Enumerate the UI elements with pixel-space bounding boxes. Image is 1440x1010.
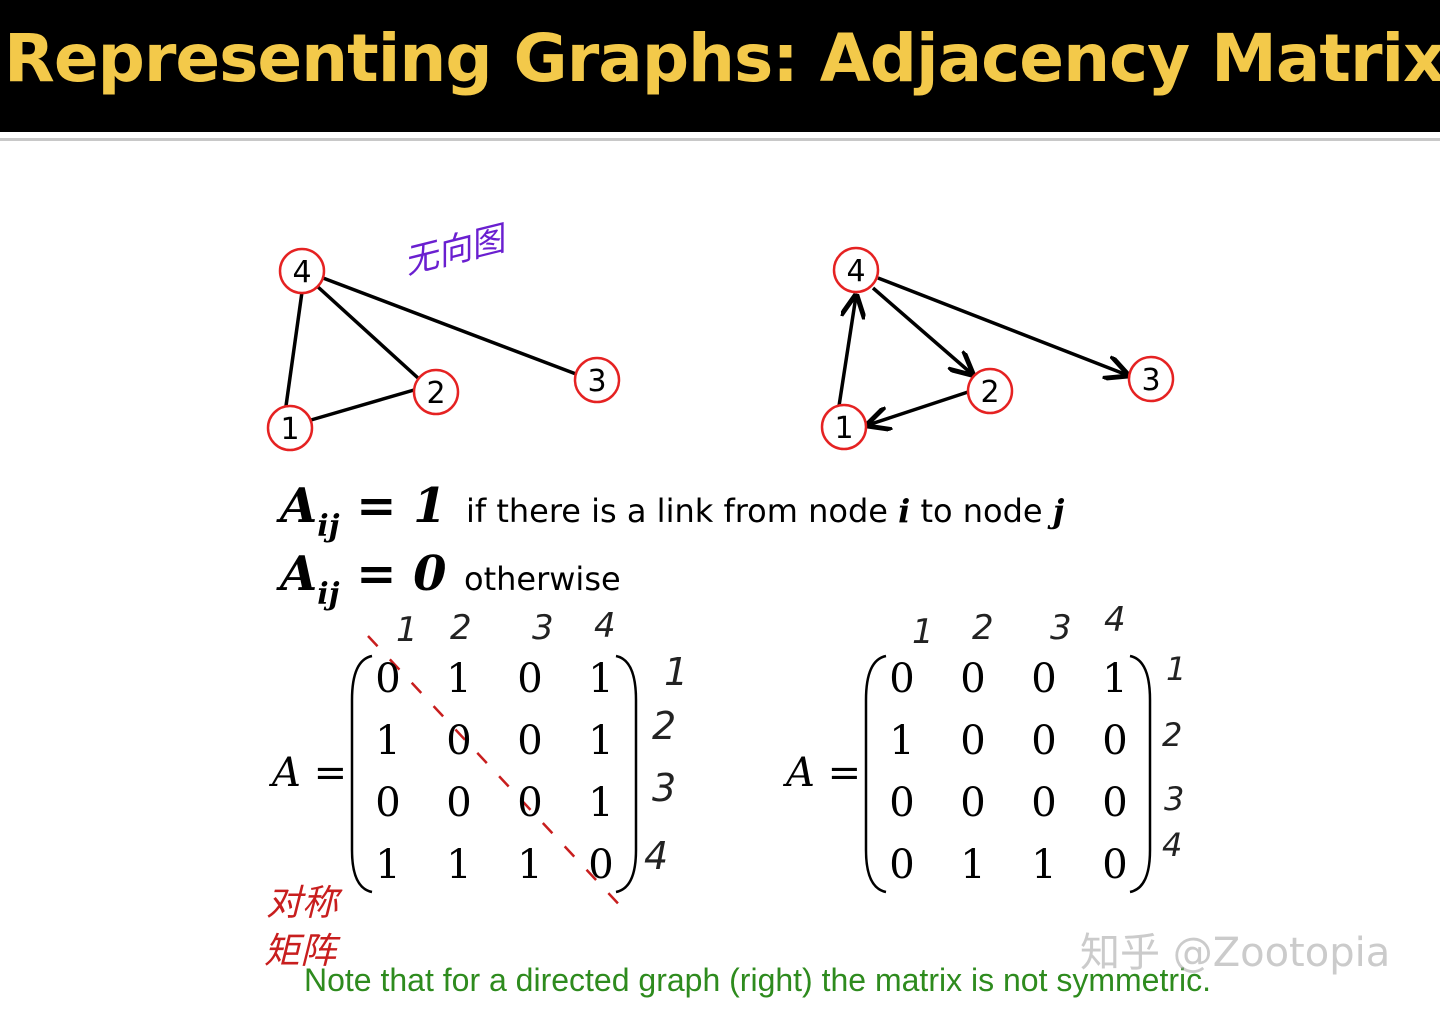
edge-4-2 [316, 285, 420, 380]
matrix-cell: 1 [446, 842, 472, 888]
matrix-cell: 1 [375, 842, 401, 888]
matrix-cell: 0 [889, 780, 915, 826]
svg-text:3: 3 [1141, 363, 1160, 398]
node-3: 3 [573, 356, 621, 404]
index-mark: 2 [972, 608, 994, 648]
matrix-cell: 0 [1031, 718, 1057, 764]
svg-text:3: 3 [587, 364, 606, 399]
matrix-cell: 0 [889, 842, 915, 888]
index-mark: 1 [664, 650, 689, 694]
index-mark: 4 [644, 834, 669, 878]
node-4: 4 [832, 246, 880, 294]
index-mark: 4 [594, 606, 616, 646]
node-2: 2 [966, 367, 1014, 415]
index-mark: 3 [652, 766, 677, 810]
arc-4-2 [871, 286, 972, 374]
arc-1-4 [837, 296, 856, 407]
matrix-cell: 1 [446, 656, 472, 702]
svg-text:4: 4 [846, 254, 865, 289]
matrix-cell: 1 [588, 780, 614, 826]
formula-aij-0: Aij = 0 [280, 546, 447, 612]
matrix-cell: 1 [588, 718, 614, 764]
definition-link-text: if there is a link from node i to node j [466, 492, 1065, 530]
index-mark: 2 [652, 704, 677, 748]
index-mark: 4 [1104, 600, 1126, 640]
matrix-cell: 1 [588, 656, 614, 702]
matrix-cell: 0 [1031, 656, 1057, 702]
matrix-cell: 1 [1031, 842, 1057, 888]
matrix-cell: 1 [375, 718, 401, 764]
index-mark: 1 [1166, 650, 1187, 688]
matrix-cell: 0 [960, 718, 986, 764]
matrix-cell: 0 [517, 656, 543, 702]
matrix-cell: 0 [889, 656, 915, 702]
node-2: 2 [412, 368, 460, 416]
node-1: 1 [820, 403, 868, 451]
matrix-cell: 0 [960, 780, 986, 826]
index-mark: 2 [450, 608, 472, 648]
svg-text:2: 2 [426, 376, 445, 411]
note-text: Note that for a directed graph (right) t… [304, 962, 1211, 998]
edge-4-1 [284, 291, 304, 407]
definition-otherwise-text: otherwise [464, 560, 621, 598]
index-mark: 1 [912, 612, 934, 652]
undirected-graph: 1 2 3 4 [266, 247, 621, 452]
index-mark: 4 [1162, 826, 1183, 864]
index-mark: 2 [1162, 716, 1183, 754]
matrix-cell: 0 [517, 780, 543, 826]
index-mark: 1 [396, 610, 418, 650]
matrix-cell: 0 [517, 718, 543, 764]
arc-2-1 [868, 390, 969, 425]
directed-graph: 1 2 3 4 [820, 246, 1175, 451]
matrix-cell: 0 [1102, 780, 1128, 826]
svg-text:1: 1 [280, 412, 299, 447]
left-matrix-label: A = [272, 750, 348, 796]
node-1: 1 [266, 404, 314, 452]
matrix-cell: 0 [588, 842, 614, 888]
svg-text:1: 1 [834, 411, 853, 446]
node-3: 3 [1127, 355, 1175, 403]
edge-1-2 [310, 388, 415, 422]
formula-aij-1: Aij = 1 [280, 478, 447, 544]
matrix-cell: 1 [960, 842, 986, 888]
watermark: 知乎 @Zootopia [1080, 930, 1391, 976]
index-mark: 3 [1164, 780, 1185, 818]
right-matrix-label: A = [786, 750, 862, 796]
matrix-cell: 0 [446, 718, 472, 764]
matrix-cell: 0 [1102, 842, 1128, 888]
symmetric-annotation-line1: 对称 [266, 883, 339, 924]
svg-text:2: 2 [980, 375, 999, 410]
svg-text:4: 4 [292, 255, 311, 290]
matrix-cell: 0 [1031, 780, 1057, 826]
matrix-cell: 0 [375, 780, 401, 826]
index-mark: 3 [1050, 608, 1072, 648]
index-mark: 3 [532, 608, 554, 648]
matrix-cell: 0 [375, 656, 401, 702]
matrix-cell: 0 [446, 780, 472, 826]
matrix-cell: 1 [517, 842, 543, 888]
matrix-cell: 1 [1102, 656, 1128, 702]
matrix-cell: 0 [960, 656, 986, 702]
matrix-cell: 0 [1102, 718, 1128, 764]
node-4: 4 [278, 247, 326, 295]
matrix-cell: 1 [889, 718, 915, 764]
